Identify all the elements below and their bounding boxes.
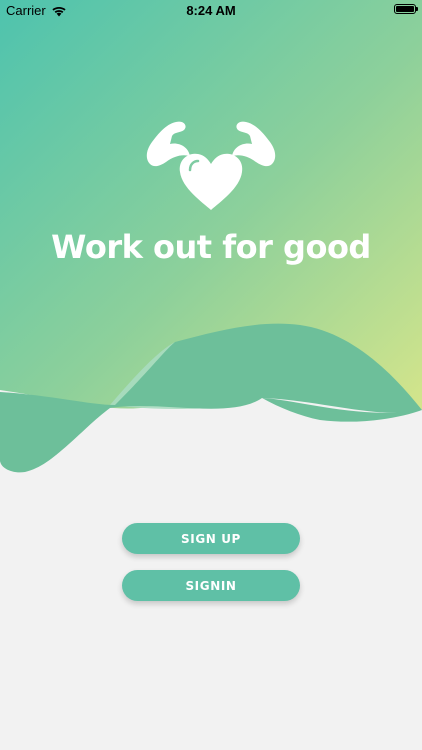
sign-in-button[interactable]: SIGNIN: [122, 570, 300, 601]
tagline: Work out for good: [51, 228, 371, 266]
flexing-arms-heart-icon: [146, 121, 276, 210]
battery-icon: [394, 4, 418, 14]
sign-up-button[interactable]: SIGN UP: [122, 523, 300, 554]
status-bar: Carrier 8:24 AM: [0, 0, 422, 22]
status-right: [394, 4, 418, 14]
welcome-screen: Carrier 8:24 AM Work out for good SIGN U…: [0, 0, 422, 750]
status-time: 8:24 AM: [186, 3, 236, 18]
